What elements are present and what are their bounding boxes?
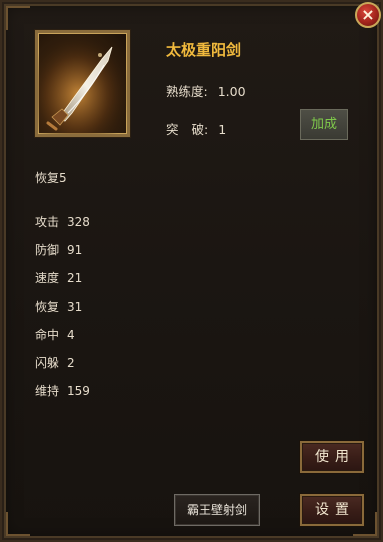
stat-value: 91 xyxy=(67,243,83,258)
stat-row-defense: 防御 91 xyxy=(35,243,90,271)
stat-value: 21 xyxy=(67,271,83,286)
use-button[interactable]: 使用 xyxy=(300,441,364,473)
stat-label: 恢复 xyxy=(35,299,60,314)
proficiency-value: 1.00 xyxy=(217,84,246,99)
skill-button[interactable]: 霸王壁射剑 xyxy=(174,494,260,526)
stat-row-attack: 攻击 328 xyxy=(35,215,90,243)
stat-row-dodge: 闪躲 2 xyxy=(35,356,90,384)
sword-icon xyxy=(38,33,127,134)
stat-row-sustain: 维持 159 xyxy=(35,384,90,412)
proficiency-row: 熟练度: 1.00 xyxy=(166,81,246,100)
proficiency-label: 熟练度: xyxy=(166,84,208,99)
corner-ornament xyxy=(6,512,30,536)
enhance-button[interactable]: 加成 xyxy=(300,109,348,140)
stat-label: 攻击 xyxy=(35,215,60,229)
close-button[interactable]: × xyxy=(355,2,381,28)
stat-row-accuracy: 命中 4 xyxy=(35,328,90,356)
item-detail-panel: × 太极重阳剑 熟练度: 1.00 突破: 1 加成 恢复5 攻击 328 防御… xyxy=(0,0,383,542)
stat-label: 闪躲 xyxy=(35,355,60,370)
stat-label: 速度 xyxy=(35,271,60,286)
stat-value: 328 xyxy=(67,215,90,229)
stat-value: 4 xyxy=(67,327,75,342)
settings-button[interactable]: 设置 xyxy=(300,494,364,526)
breakthrough-row: 突破: 1 xyxy=(166,119,226,138)
stat-label: 防御 xyxy=(35,243,60,258)
stat-row-speed: 速度 21 xyxy=(35,271,90,299)
breakthrough-label: 突破 xyxy=(166,122,218,137)
breakthrough-value: 1 xyxy=(218,122,227,137)
stat-label: 维持 xyxy=(35,384,60,399)
stat-value: 2 xyxy=(67,355,75,370)
item-image-frame xyxy=(35,30,130,137)
corner-ornament xyxy=(6,6,30,30)
item-name: 太极重阳剑 xyxy=(166,41,242,59)
stat-value: 31 xyxy=(67,299,83,314)
stat-label: 命中 xyxy=(35,327,60,342)
stats-list: 攻击 328 防御 91 速度 21 恢复 31 命中 4 闪躲 2 维持 159 xyxy=(35,215,90,412)
effect-text: 恢复5 xyxy=(35,171,67,185)
breakthrough-colon: : xyxy=(204,122,209,137)
stat-row-recovery: 恢复 31 xyxy=(35,300,90,328)
stat-value: 159 xyxy=(67,384,90,399)
